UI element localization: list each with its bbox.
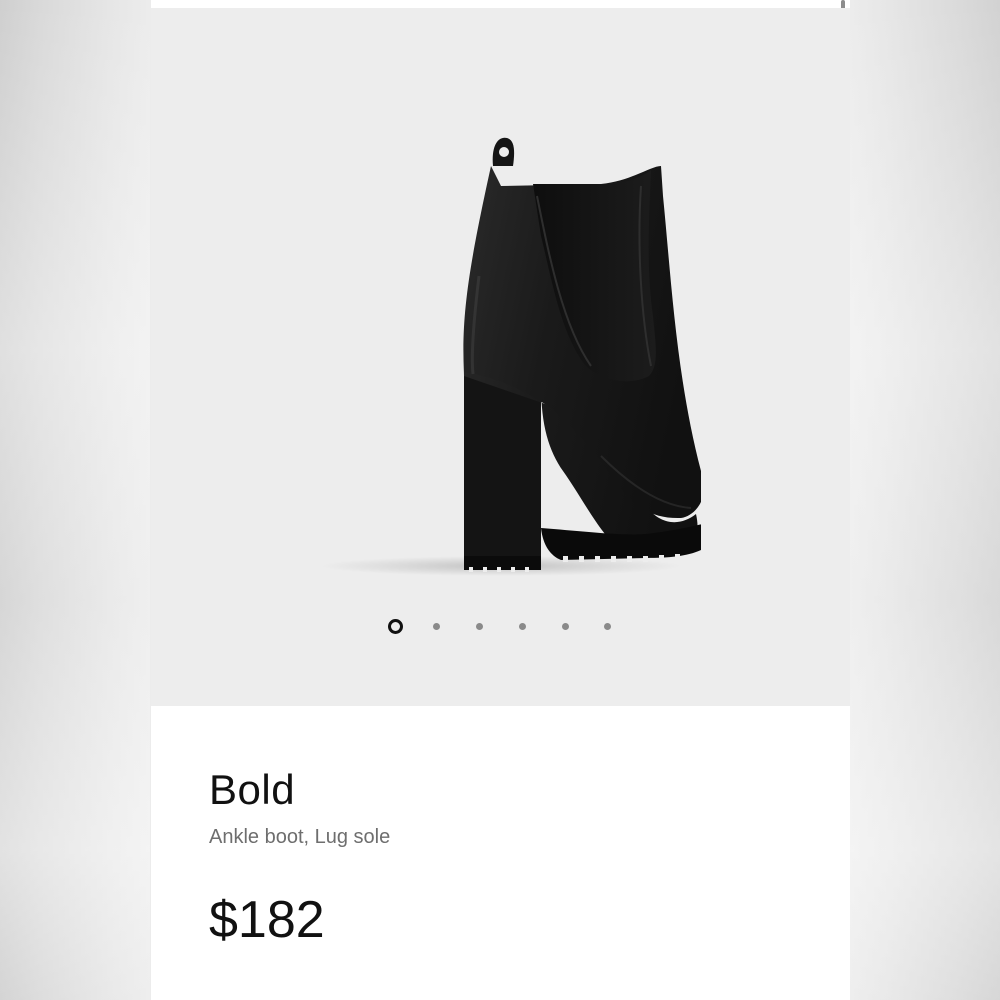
carousel-dot[interactable] (604, 623, 611, 630)
carousel-dot[interactable] (433, 623, 440, 630)
carousel-dot[interactable] (519, 623, 526, 630)
product-page: Bold Ankle boot, Lug sole $182 (151, 0, 850, 1000)
product-info: Bold Ankle boot, Lug sole $182 (151, 706, 850, 1000)
product-description: Ankle boot, Lug sole (209, 826, 391, 848)
carousel-dot[interactable] (476, 623, 483, 630)
product-name: Bold (209, 766, 296, 813)
carousel-pagination (151, 614, 850, 642)
ankle-boot-image (321, 137, 701, 576)
status-strip (151, 0, 850, 8)
product-image-carousel[interactable] (151, 8, 850, 706)
carousel-dot[interactable] (388, 619, 403, 634)
product-price: $182 (209, 891, 325, 949)
carousel-dot[interactable] (562, 623, 569, 630)
